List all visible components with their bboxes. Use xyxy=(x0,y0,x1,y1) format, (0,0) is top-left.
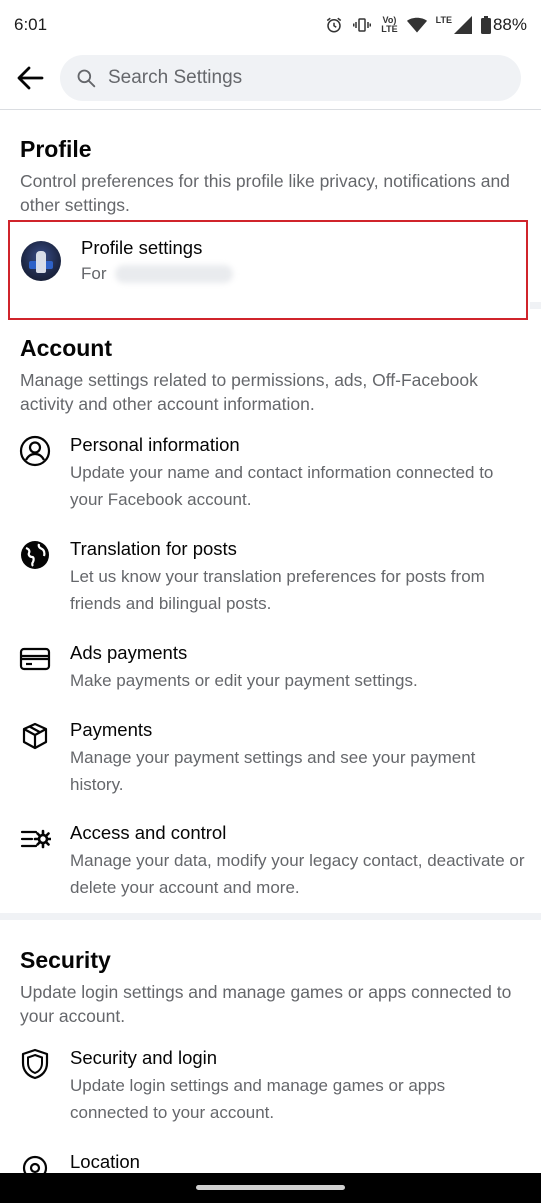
user-circle-icon xyxy=(18,434,52,468)
account-item-description: Manage your payment settings and see you… xyxy=(70,748,476,794)
profile-section-description: Control preferences for this profile lik… xyxy=(20,171,510,215)
security-item-description: Update login settings and manage games o… xyxy=(70,1076,446,1122)
profile-settings-for-label: For xyxy=(81,264,107,283)
package-icon xyxy=(18,719,52,753)
blurred-profile-name xyxy=(114,265,233,283)
security-item-title: Location xyxy=(70,1151,140,1172)
header-divider xyxy=(0,109,541,110)
security-section-description: Update login settings and manage games o… xyxy=(20,982,512,1026)
vibrate-icon xyxy=(353,18,372,32)
account-section-title: Account xyxy=(20,335,112,361)
search-bar[interactable] xyxy=(60,55,521,101)
search-icon xyxy=(77,69,96,88)
account-item-description: Update your name and contact information… xyxy=(70,463,494,509)
account-item-title: Personal information xyxy=(70,434,240,455)
search-header xyxy=(0,50,541,108)
globe-icon xyxy=(18,538,52,572)
status-time: 6:01 xyxy=(14,15,48,34)
system-navigation-bar xyxy=(0,1173,541,1203)
account-item-title: Ads payments xyxy=(70,642,188,663)
battery-percent: 88% xyxy=(492,15,527,34)
alarm-icon xyxy=(327,17,342,33)
status-icons: Vo) LTE LTE 88% xyxy=(325,15,527,35)
battery-icon xyxy=(480,16,491,34)
list-gear-icon xyxy=(18,822,52,856)
profile-settings-subtitle: For xyxy=(81,264,233,284)
credit-card-icon xyxy=(18,642,52,676)
lte-signal-icon: LTE xyxy=(436,16,472,34)
account-section-description: Manage settings related to permissions, … xyxy=(20,370,478,414)
back-arrow-icon xyxy=(17,66,44,90)
profile-section-title: Profile xyxy=(20,136,92,162)
profile-settings-item[interactable]: Profile settings For xyxy=(8,220,528,320)
profile-settings-title: Profile settings xyxy=(81,237,203,258)
section-divider-stub xyxy=(530,302,541,309)
wifi-icon xyxy=(406,17,427,33)
shield-icon xyxy=(18,1047,52,1081)
search-input[interactable] xyxy=(106,66,490,90)
account-item-description: Let us know your translation preferences… xyxy=(70,567,485,613)
account-item-description: Manage your data, modify your legacy con… xyxy=(70,851,525,897)
account-item-title: Translation for posts xyxy=(70,538,237,559)
section-divider xyxy=(0,913,541,920)
security-item-title: Security and login xyxy=(70,1047,218,1068)
status-bar: 6:01 Vo) LTE LTE 88% xyxy=(0,0,541,50)
battery-status: 88% xyxy=(480,15,527,35)
home-gesture-handle[interactable] xyxy=(196,1185,345,1190)
volte-icon: Vo) LTE xyxy=(381,15,398,34)
account-item-title: Access and control xyxy=(70,822,227,843)
back-button[interactable] xyxy=(12,60,48,96)
account-item-title: Payments xyxy=(70,719,153,740)
security-section-title: Security xyxy=(20,947,111,973)
avatar xyxy=(21,241,61,281)
account-item-description: Make payments or edit your payment setti… xyxy=(70,671,418,690)
